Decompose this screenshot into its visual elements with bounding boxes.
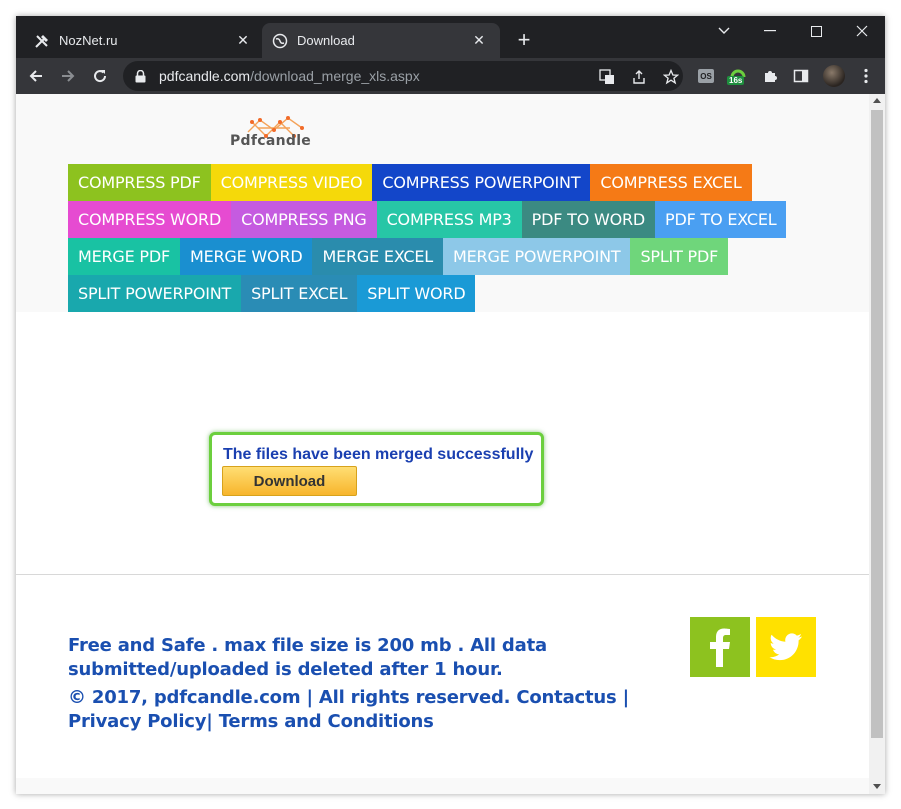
nav-link-merge-excel[interactable]: MERGE EXCEL	[312, 238, 444, 275]
nav-link-split-powerpoint[interactable]: SPLIT POWERPOINT	[68, 275, 242, 312]
download-button[interactable]: Download	[222, 466, 357, 496]
url-path: /download_merge_xls.aspx	[250, 68, 420, 84]
facebook-button[interactable]	[690, 617, 750, 677]
extension-timer-icon[interactable]: 16s	[725, 63, 751, 89]
bookmark-star-icon[interactable]	[662, 68, 680, 86]
nav-row: SPLIT POWERPOINT SPLIT EXCEL SPLIT WORD	[68, 275, 788, 312]
nav-link-pdf-to-word[interactable]: PDF TO WORD	[521, 201, 656, 238]
tools-icon	[34, 33, 50, 49]
translate-icon[interactable]	[598, 68, 616, 86]
nav-link-pdf-to-excel[interactable]: PDF TO EXCEL	[655, 201, 787, 238]
close-icon[interactable]: ✕	[234, 32, 252, 50]
nav-link-compress-pdf[interactable]: COMPRESS PDF	[68, 164, 211, 201]
reload-button[interactable]	[87, 63, 113, 89]
extension-os-label: OS	[698, 69, 714, 83]
share-icon[interactable]	[630, 68, 648, 86]
nav-row: COMPRESS PDF COMPRESS VIDEO COMPRESS POWER…	[68, 164, 788, 201]
minimize-button[interactable]	[747, 16, 793, 46]
footer-notice: Free and Safe . max file size is 200 mb …	[68, 635, 547, 680]
twitter-icon	[769, 633, 802, 661]
nav-link-split-excel[interactable]: SPLIT EXCEL	[241, 275, 358, 312]
nav-link-compress-word[interactable]: COMPRESS WORD	[68, 201, 232, 238]
lock-icon[interactable]	[135, 69, 149, 83]
address-bar[interactable]: pdfcandle.com/download_merge_xls.aspx	[123, 61, 683, 91]
side-panel-icon[interactable]	[788, 63, 814, 89]
success-message: The files have been merged successfully	[223, 446, 534, 463]
nav-link-merge-pdf[interactable]: MERGE PDF	[68, 238, 180, 275]
tab-title: Download	[297, 33, 355, 48]
scroll-down-arrow-icon[interactable]	[873, 784, 881, 789]
url-text: pdfcandle.com/download_merge_xls.aspx	[159, 68, 420, 84]
forward-button[interactable]	[55, 63, 81, 89]
menu-kebab-icon[interactable]	[853, 63, 879, 89]
nav-link-compress-excel[interactable]: COMPRESS EXCEL	[590, 164, 752, 201]
new-tab-button[interactable]: +	[512, 27, 536, 52]
logo-text: Pdfcandle	[230, 133, 312, 149]
url-host: pdfcandle.com	[159, 68, 251, 84]
back-button[interactable]	[23, 63, 49, 89]
tab-strip: NozNet.ru ✕ Download ✕ +	[16, 16, 885, 58]
nav-link-compress-png[interactable]: COMPRESS PNG	[231, 201, 377, 238]
tab-download[interactable]: Download ✕	[262, 23, 500, 58]
merge-result-box: The files have been merged successfully …	[209, 432, 544, 506]
divider	[16, 574, 869, 575]
browser-toolbar: pdfcandle.com/download_merge_xls.aspx OS…	[16, 58, 885, 94]
nav-link-merge-word[interactable]: MERGE WORD	[180, 238, 313, 275]
close-icon[interactable]: ✕	[470, 32, 488, 50]
scroll-up-arrow-icon[interactable]	[873, 98, 881, 103]
globe-icon	[272, 33, 288, 49]
tab-search-chevron-icon[interactable]	[701, 16, 747, 46]
profile-avatar[interactable]	[821, 63, 847, 89]
nav-row: MERGE PDF MERGE WORD MERGE EXCEL MERGE POWE…	[68, 238, 788, 275]
window-close-button[interactable]	[839, 16, 885, 46]
tab-title: NozNet.ru	[59, 33, 118, 48]
facebook-icon	[710, 628, 730, 667]
vertical-scrollbar[interactable]	[869, 94, 885, 794]
browser-window: NozNet.ru ✕ Download ✕ + pdfcandle.com/d…	[16, 16, 885, 794]
tab-noznet[interactable]: NozNet.ru ✕	[24, 23, 264, 58]
page-content: Pdfcandle COMPRESS PDF COMPRESS VIDEO COMP…	[16, 94, 869, 794]
nav-link-merge-powerpoint[interactable]: MERGE POWERPOINT	[443, 238, 631, 275]
footer-copyright[interactable]: © 2017, pdfcandle.com | All rights reser…	[68, 686, 688, 734]
nav-row: COMPRESS WORD COMPRESS PNG COMPRESS MP3 PDF…	[68, 201, 788, 238]
scrollbar-thumb[interactable]	[871, 110, 883, 738]
nav-link-split-pdf[interactable]: SPLIT PDF	[630, 238, 729, 275]
nav-link-split-word[interactable]: SPLIT WORD	[357, 275, 476, 312]
maximize-button[interactable]	[793, 16, 839, 46]
nav-link-compress-powerpoint[interactable]: COMPRESS POWERPOINT	[372, 164, 591, 201]
twitter-button[interactable]	[756, 617, 816, 677]
extensions-puzzle-icon[interactable]	[757, 63, 783, 89]
extension-os-icon[interactable]: OS	[693, 63, 719, 89]
page-bottom-band	[16, 778, 869, 794]
nav-link-compress-video[interactable]: COMPRESS VIDEO	[210, 164, 373, 201]
extension-badge: 16s	[727, 76, 745, 85]
tool-navigation: COMPRESS PDF COMPRESS VIDEO COMPRESS POWER…	[68, 164, 788, 312]
footer: Free and Safe . max file size is 200 mb …	[68, 634, 688, 738]
nav-link-compress-mp3[interactable]: COMPRESS MP3	[376, 201, 522, 238]
